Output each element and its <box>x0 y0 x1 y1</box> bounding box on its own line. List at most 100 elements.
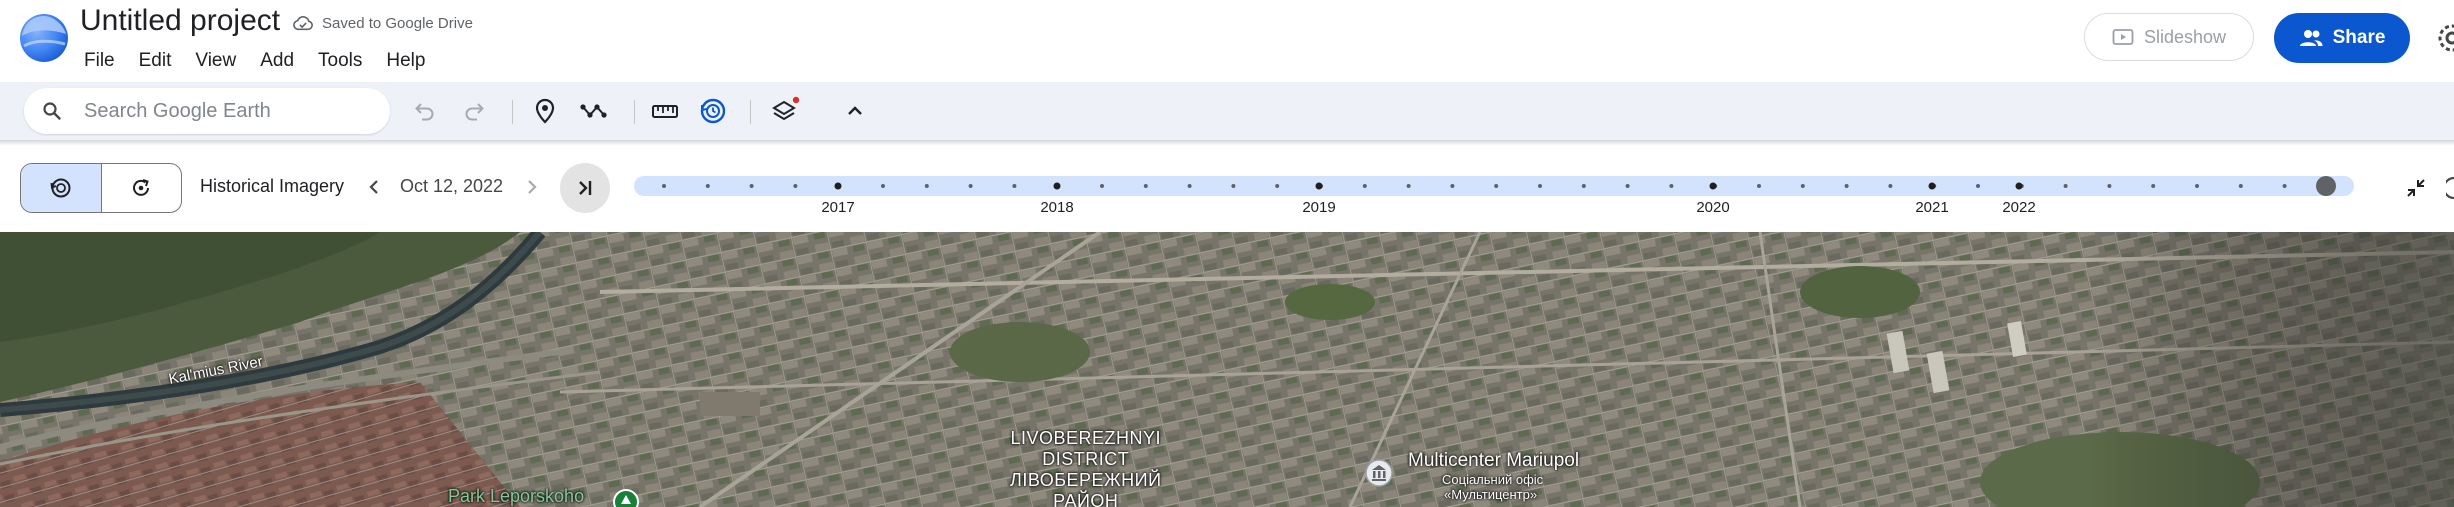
slideshow-button[interactable]: Slideshow <box>2084 13 2254 61</box>
measure-button[interactable] <box>648 94 682 128</box>
timeline-capture-dot[interactable] <box>705 184 710 188</box>
timeline-capture-dot[interactable] <box>1494 184 1499 188</box>
menu-view[interactable]: View <box>183 46 248 76</box>
tree-icon <box>613 489 639 507</box>
poi-subtitle: «Мультицентр» <box>1444 487 1538 502</box>
search-box[interactable] <box>24 88 390 134</box>
map-style-button[interactable] <box>768 94 802 128</box>
historical-imagery-button[interactable] <box>696 94 730 128</box>
timeline-capture-dot[interactable] <box>1450 184 1455 188</box>
timeline-year-marker[interactable] <box>834 182 842 190</box>
collapse-toolbar-button[interactable] <box>838 94 872 128</box>
timeline-capture-dot[interactable] <box>1100 184 1104 188</box>
imagery-mode-toggle <box>20 163 182 213</box>
timeline-capture-dot[interactable] <box>749 184 754 188</box>
minimize-timeline-button[interactable] <box>2400 172 2432 204</box>
timeline-year-label: 2021 <box>1915 199 1948 216</box>
timeline-capture-dot[interactable] <box>1669 184 1674 188</box>
app-header: Untitled project Saved to Google Drive F… <box>0 0 2454 82</box>
menu-bar: File Edit View Add Tools Help <box>72 46 437 76</box>
timeline-capture-dot[interactable] <box>2107 184 2112 188</box>
timeline-year-marker[interactable] <box>1315 182 1323 190</box>
refresh-icon <box>133 179 150 196</box>
timeline-capture-dot[interactable] <box>1362 184 1367 188</box>
previous-date-button[interactable] <box>362 174 386 200</box>
slideshow-label: Slideshow <box>2143 26 2227 47</box>
toolbar-divider <box>512 100 513 124</box>
timeline-year-marker[interactable] <box>1053 182 1061 190</box>
park-marker[interactable] <box>612 488 640 507</box>
project-title[interactable]: Untitled project <box>80 4 280 38</box>
park-label: Park Leporskoho <box>448 486 585 506</box>
menu-add[interactable]: Add <box>248 46 306 76</box>
redo-button[interactable] <box>457 94 491 128</box>
timeline-year-marker[interactable] <box>2015 182 2023 190</box>
search-input[interactable] <box>82 98 376 124</box>
timeline-capture-dot[interactable] <box>1231 184 1236 188</box>
share-button[interactable]: Share <box>2274 13 2410 63</box>
timeline-capture-dot[interactable] <box>1275 184 1280 188</box>
district-label-line: РАЙОН <box>1053 491 1119 507</box>
imagery-date: Oct 12, 2022 <box>400 176 504 196</box>
timeline-capture-dot[interactable] <box>1538 184 1542 188</box>
timeline-capture-dot[interactable] <box>1187 184 1192 188</box>
timeline-year-marker[interactable] <box>1709 182 1717 190</box>
notification-dot <box>792 96 800 104</box>
timeline-year-label: 2017 <box>821 199 854 216</box>
timeline-capture-dot[interactable] <box>2195 184 2199 188</box>
timeline-capture-dot[interactable] <box>968 184 973 188</box>
timeline-capture-dot[interactable] <box>1625 184 1630 188</box>
timeline-capture-dot[interactable] <box>1888 184 1893 188</box>
people-icon <box>2299 30 2323 46</box>
timeline-year-marker[interactable] <box>1928 182 1936 190</box>
earth-view[interactable]: Kal'mius River LIVOBEREZHNYI DISTRICT ЛІ… <box>0 232 2454 507</box>
timeline-capture-dot[interactable] <box>1012 184 1017 188</box>
next-date-button[interactable] <box>520 174 544 200</box>
add-placemark-button[interactable] <box>528 94 562 128</box>
district-label-line: ЛІВОБЕРЕЖНИЙ <box>1010 470 1162 490</box>
timeline-capture-dot[interactable] <box>1844 184 1849 188</box>
historical-imagery-icon <box>700 98 726 124</box>
timeline-capture-dot[interactable] <box>2238 184 2243 188</box>
chevron-right-icon <box>528 180 537 194</box>
timeline-thumb[interactable] <box>2316 176 2336 196</box>
poi-label: Multicenter Mariupol Соціальний офіс «Му… <box>1408 450 1579 502</box>
district-label-line: DISTRICT <box>1042 449 1130 469</box>
close-timeline-icon[interactable] <box>2446 174 2454 202</box>
gear-icon[interactable] <box>2434 20 2454 56</box>
path-icon <box>580 104 607 118</box>
timeline-capture-dot[interactable] <box>1143 184 1148 188</box>
draw-path-button[interactable] <box>578 94 612 128</box>
historical-imagery-label: Historical Imagery <box>200 176 345 196</box>
timeline-year-label: 2019 <box>1302 199 1335 216</box>
timeline-capture-dot[interactable] <box>881 184 885 188</box>
collapse-icon <box>2407 179 2425 197</box>
google-earth-logo[interactable] <box>18 12 70 64</box>
timeline-capture-dot[interactable] <box>2063 184 2068 188</box>
timeline-capture-dot[interactable] <box>1976 184 1980 188</box>
poi-subtitle: Соціальний офіс <box>1442 472 1544 487</box>
timeline-track[interactable] <box>634 176 2354 196</box>
timeline-capture-dot[interactable] <box>1757 184 1761 188</box>
menu-edit[interactable]: Edit <box>127 46 184 76</box>
historical-mode-button[interactable] <box>21 164 102 212</box>
timeline-capture-dot[interactable] <box>662 184 666 188</box>
slideshow-icon <box>2112 29 2134 45</box>
undo-button[interactable] <box>408 94 442 128</box>
timeline-capture-dot[interactable] <box>2151 184 2156 188</box>
timeline-capture-dot[interactable] <box>2282 184 2287 188</box>
timeline-capture-dot[interactable] <box>1800 184 1805 188</box>
menu-tools[interactable]: Tools <box>306 46 374 76</box>
timeline-year-label: 2020 <box>1696 199 1729 216</box>
current-mode-button[interactable] <box>102 164 182 212</box>
poi-marker[interactable] <box>1364 458 1394 488</box>
timeline-capture-dot[interactable] <box>793 184 798 188</box>
timeline-capture-dot[interactable] <box>1581 184 1586 188</box>
save-status: Saved to Google Drive <box>292 12 473 34</box>
menu-file[interactable]: File <box>72 46 127 76</box>
timeline-capture-dot[interactable] <box>924 184 929 188</box>
jump-to-latest-button[interactable] <box>560 163 610 213</box>
menu-help[interactable]: Help <box>374 46 437 76</box>
historical-imagery-bar: Historical Imagery Oct 12, 2022 2017 2018… <box>0 146 2454 232</box>
timeline-capture-dot[interactable] <box>1406 184 1411 188</box>
